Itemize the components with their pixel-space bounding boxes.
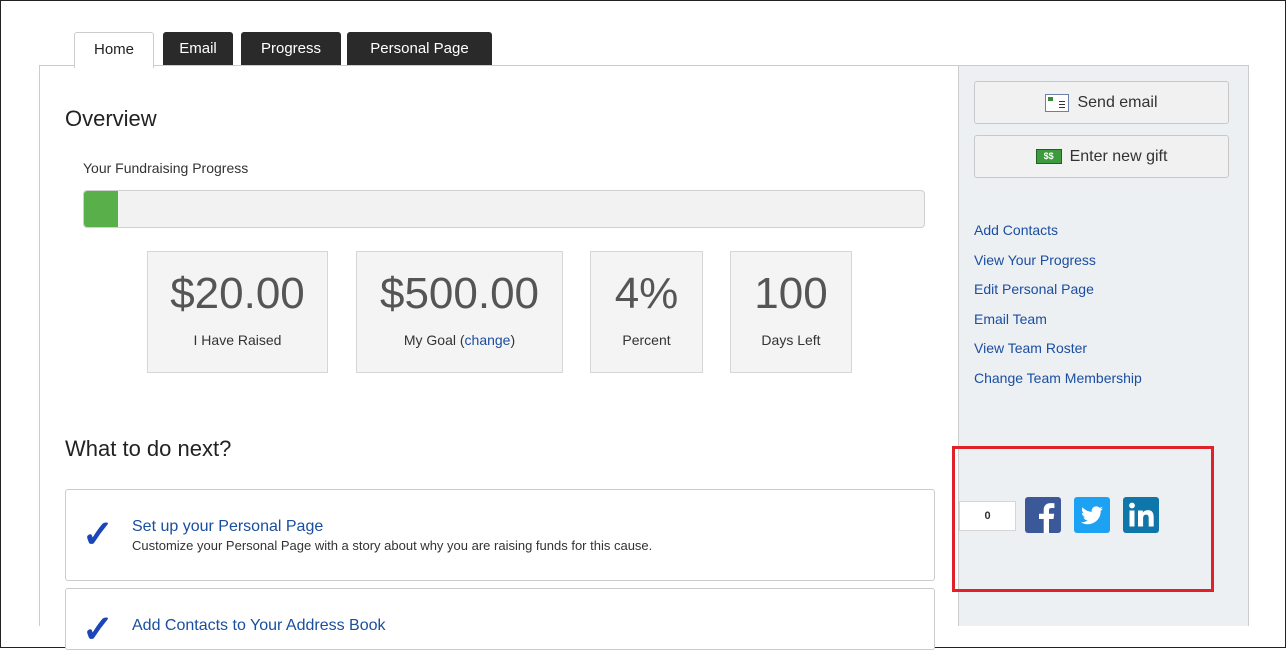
stat-goal-label-text: My Goal ( (403, 332, 465, 348)
checkmark-icon: ✓ (82, 609, 114, 650)
checkmark-icon: ✓ (82, 514, 114, 556)
money-icon: $$ (1035, 149, 1062, 165)
next-step-description: Customize your Personal Page with a stor… (132, 538, 653, 553)
progress-bar (83, 190, 925, 228)
email-team-link[interactable]: Email Team (974, 305, 1142, 335)
sidebar-links: Add Contacts View Your Progress Edit Per… (974, 216, 1142, 393)
stat-percent-label: Percent (622, 332, 671, 348)
stat-raised: $20.00 I Have Raised (147, 251, 328, 373)
stat-goal-label: My Goal (change) (357, 332, 562, 348)
linkedin-icon[interactable] (1123, 497, 1159, 533)
change-goal-link[interactable]: change (465, 332, 511, 348)
stat-goal-value: $500.00 (379, 269, 540, 318)
stat-goal: $500.00 My Goal (change) (356, 251, 563, 373)
view-progress-link[interactable]: View Your Progress (974, 246, 1142, 276)
stat-percent-value: 4% (614, 269, 679, 318)
main-panel: Overview Your Fundraising Progress $20.0… (39, 65, 959, 650)
view-team-roster-link[interactable]: View Team Roster (974, 334, 1142, 364)
stat-goal-label-suffix: ) (510, 332, 516, 348)
edit-personal-page-link[interactable]: Edit Personal Page (974, 275, 1142, 305)
next-step-card[interactable]: ✓ Set up your Personal Page Customize yo… (65, 489, 935, 581)
stat-days-left-value: 100 (754, 269, 828, 318)
stat-days-left-label: Days Left (761, 332, 821, 348)
add-contacts-link[interactable]: Add Contacts (974, 216, 1142, 246)
send-email-label: Send email (1077, 94, 1158, 111)
next-step-title[interactable]: Add Contacts to Your Address Book (132, 617, 386, 635)
change-team-membership-link[interactable]: Change Team Membership (974, 364, 1142, 394)
stat-raised-value: $20.00 (170, 269, 305, 318)
next-step-title[interactable]: Set up your Personal Page (132, 518, 323, 536)
twitter-icon[interactable] (1074, 497, 1110, 533)
next-step-card[interactable]: ✓ Add Contacts to Your Address Book (65, 588, 935, 650)
send-email-button[interactable]: Send email (974, 81, 1229, 124)
tab-email[interactable]: Email (163, 32, 233, 66)
tab-home[interactable]: Home (74, 32, 154, 68)
next-steps-heading: What to do next? (65, 436, 232, 461)
tab-progress[interactable]: Progress (241, 32, 341, 66)
stat-days-left: 100 Days Left (730, 251, 852, 373)
stat-raised-label: I Have Raised (193, 332, 282, 348)
progress-bar-fill (84, 191, 118, 227)
overview-heading: Overview (65, 106, 157, 131)
envelope-icon (1045, 93, 1070, 112)
share-count: 0 (959, 501, 1016, 531)
enter-gift-label: Enter new gift (1069, 148, 1168, 165)
facebook-icon[interactable] (1025, 497, 1061, 533)
progress-label: Your Fundraising Progress (83, 160, 249, 176)
stat-percent: 4% Percent (590, 251, 703, 373)
enter-gift-button[interactable]: $$ Enter new gift (974, 135, 1229, 178)
tab-personal-page[interactable]: Personal Page (347, 32, 492, 66)
